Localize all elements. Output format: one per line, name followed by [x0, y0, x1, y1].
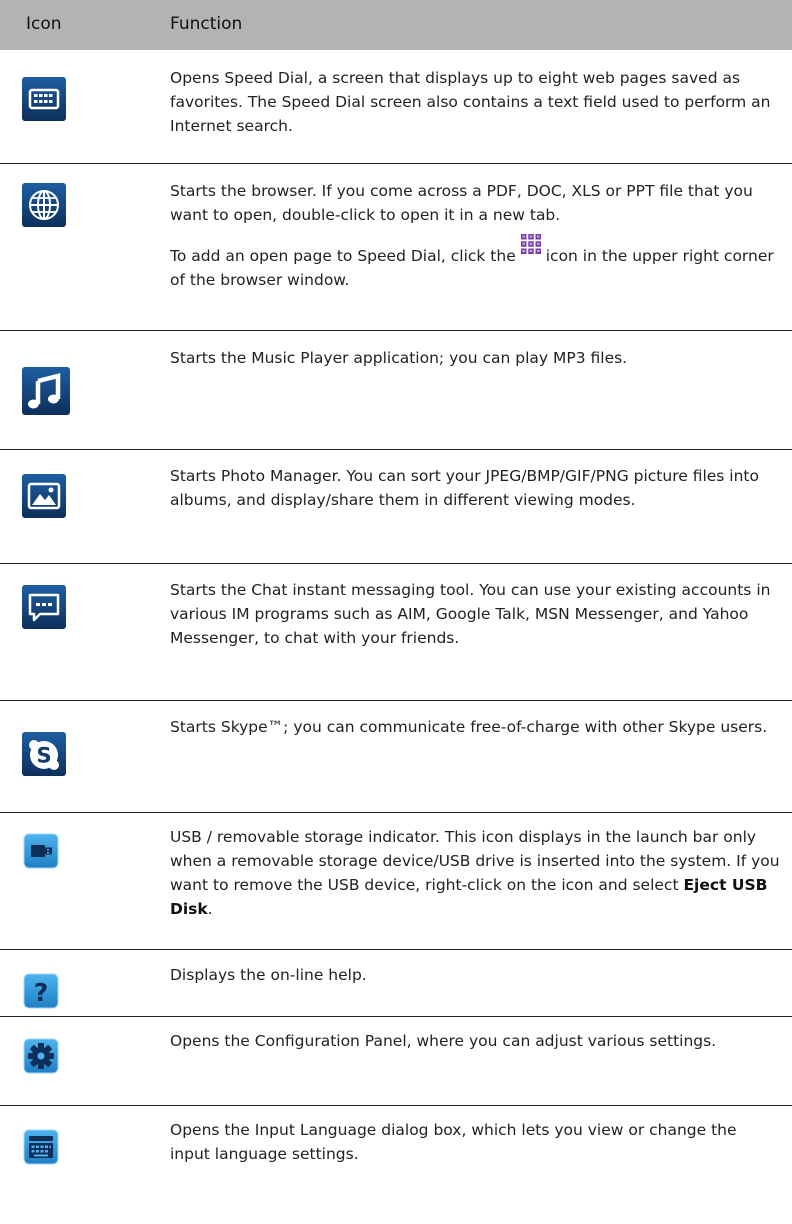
table-row: Starts Photo Manager. You can sort your … — [0, 450, 792, 564]
table-row: Opens Speed Dial, a screen that displays… — [0, 50, 792, 164]
row-description: Opens Speed Dial, a screen that displays… — [170, 69, 771, 135]
speed-dial-grid-icon — [520, 233, 542, 255]
row-description-part: To add an open page to Speed Dial, click… — [170, 247, 516, 265]
speed-dial-icon — [21, 76, 67, 122]
settings-gear-icon — [23, 1038, 59, 1074]
row-description-secondary: To add an open page to Speed Dial, click… — [170, 234, 780, 292]
table-row: Starts the Music Player application; you… — [0, 331, 792, 450]
chat-bubble-icon — [21, 584, 67, 630]
row-description: Starts Photo Manager. You can sort your … — [170, 467, 759, 509]
svg-text:S: S — [36, 744, 51, 768]
help-icon: ? — [23, 973, 59, 1009]
row-description: Starts the browser. If you come across a… — [170, 182, 753, 224]
row-description: Starts the Music Player application; you… — [170, 349, 628, 367]
row-description: Opens the Configuration Panel, where you… — [170, 1032, 717, 1050]
photo-icon — [21, 473, 67, 519]
row-description: Starts the Chat instant messaging tool. … — [170, 581, 771, 647]
svg-text:?: ? — [34, 978, 49, 1007]
table-row: S Starts Skype™; you can communicate fre… — [0, 701, 792, 813]
table-header: Icon Function — [0, 0, 792, 50]
row-description: Starts Skype™; you can communicate free-… — [170, 718, 768, 736]
table-row: ? Displays the on-line help. — [0, 950, 792, 1017]
row-description: Opens the Input Language dialog box, whi… — [170, 1121, 737, 1163]
header-icon-label: Icon — [26, 14, 62, 34]
skype-icon: S — [21, 731, 67, 777]
row-description: USB / removable storage indicator. This … — [170, 825, 780, 921]
table-row: Opens the Input Language dialog box, whi… — [0, 1106, 792, 1224]
table-row: USB / removable storage indicator. This … — [0, 813, 792, 950]
table-row: Starts the browser. If you come across a… — [0, 164, 792, 331]
usb-storage-icon — [23, 833, 59, 869]
music-note-icon — [21, 366, 71, 416]
row-description: Displays the on-line help. — [170, 966, 367, 984]
keyboard-icon — [23, 1129, 59, 1165]
row-description-part: . — [207, 900, 213, 918]
table-row: Opens the Configuration Panel, where you… — [0, 1017, 792, 1106]
header-function-label: Function — [170, 14, 243, 34]
browser-globe-icon — [21, 182, 67, 228]
table-row: Starts the Chat instant messaging tool. … — [0, 564, 792, 701]
